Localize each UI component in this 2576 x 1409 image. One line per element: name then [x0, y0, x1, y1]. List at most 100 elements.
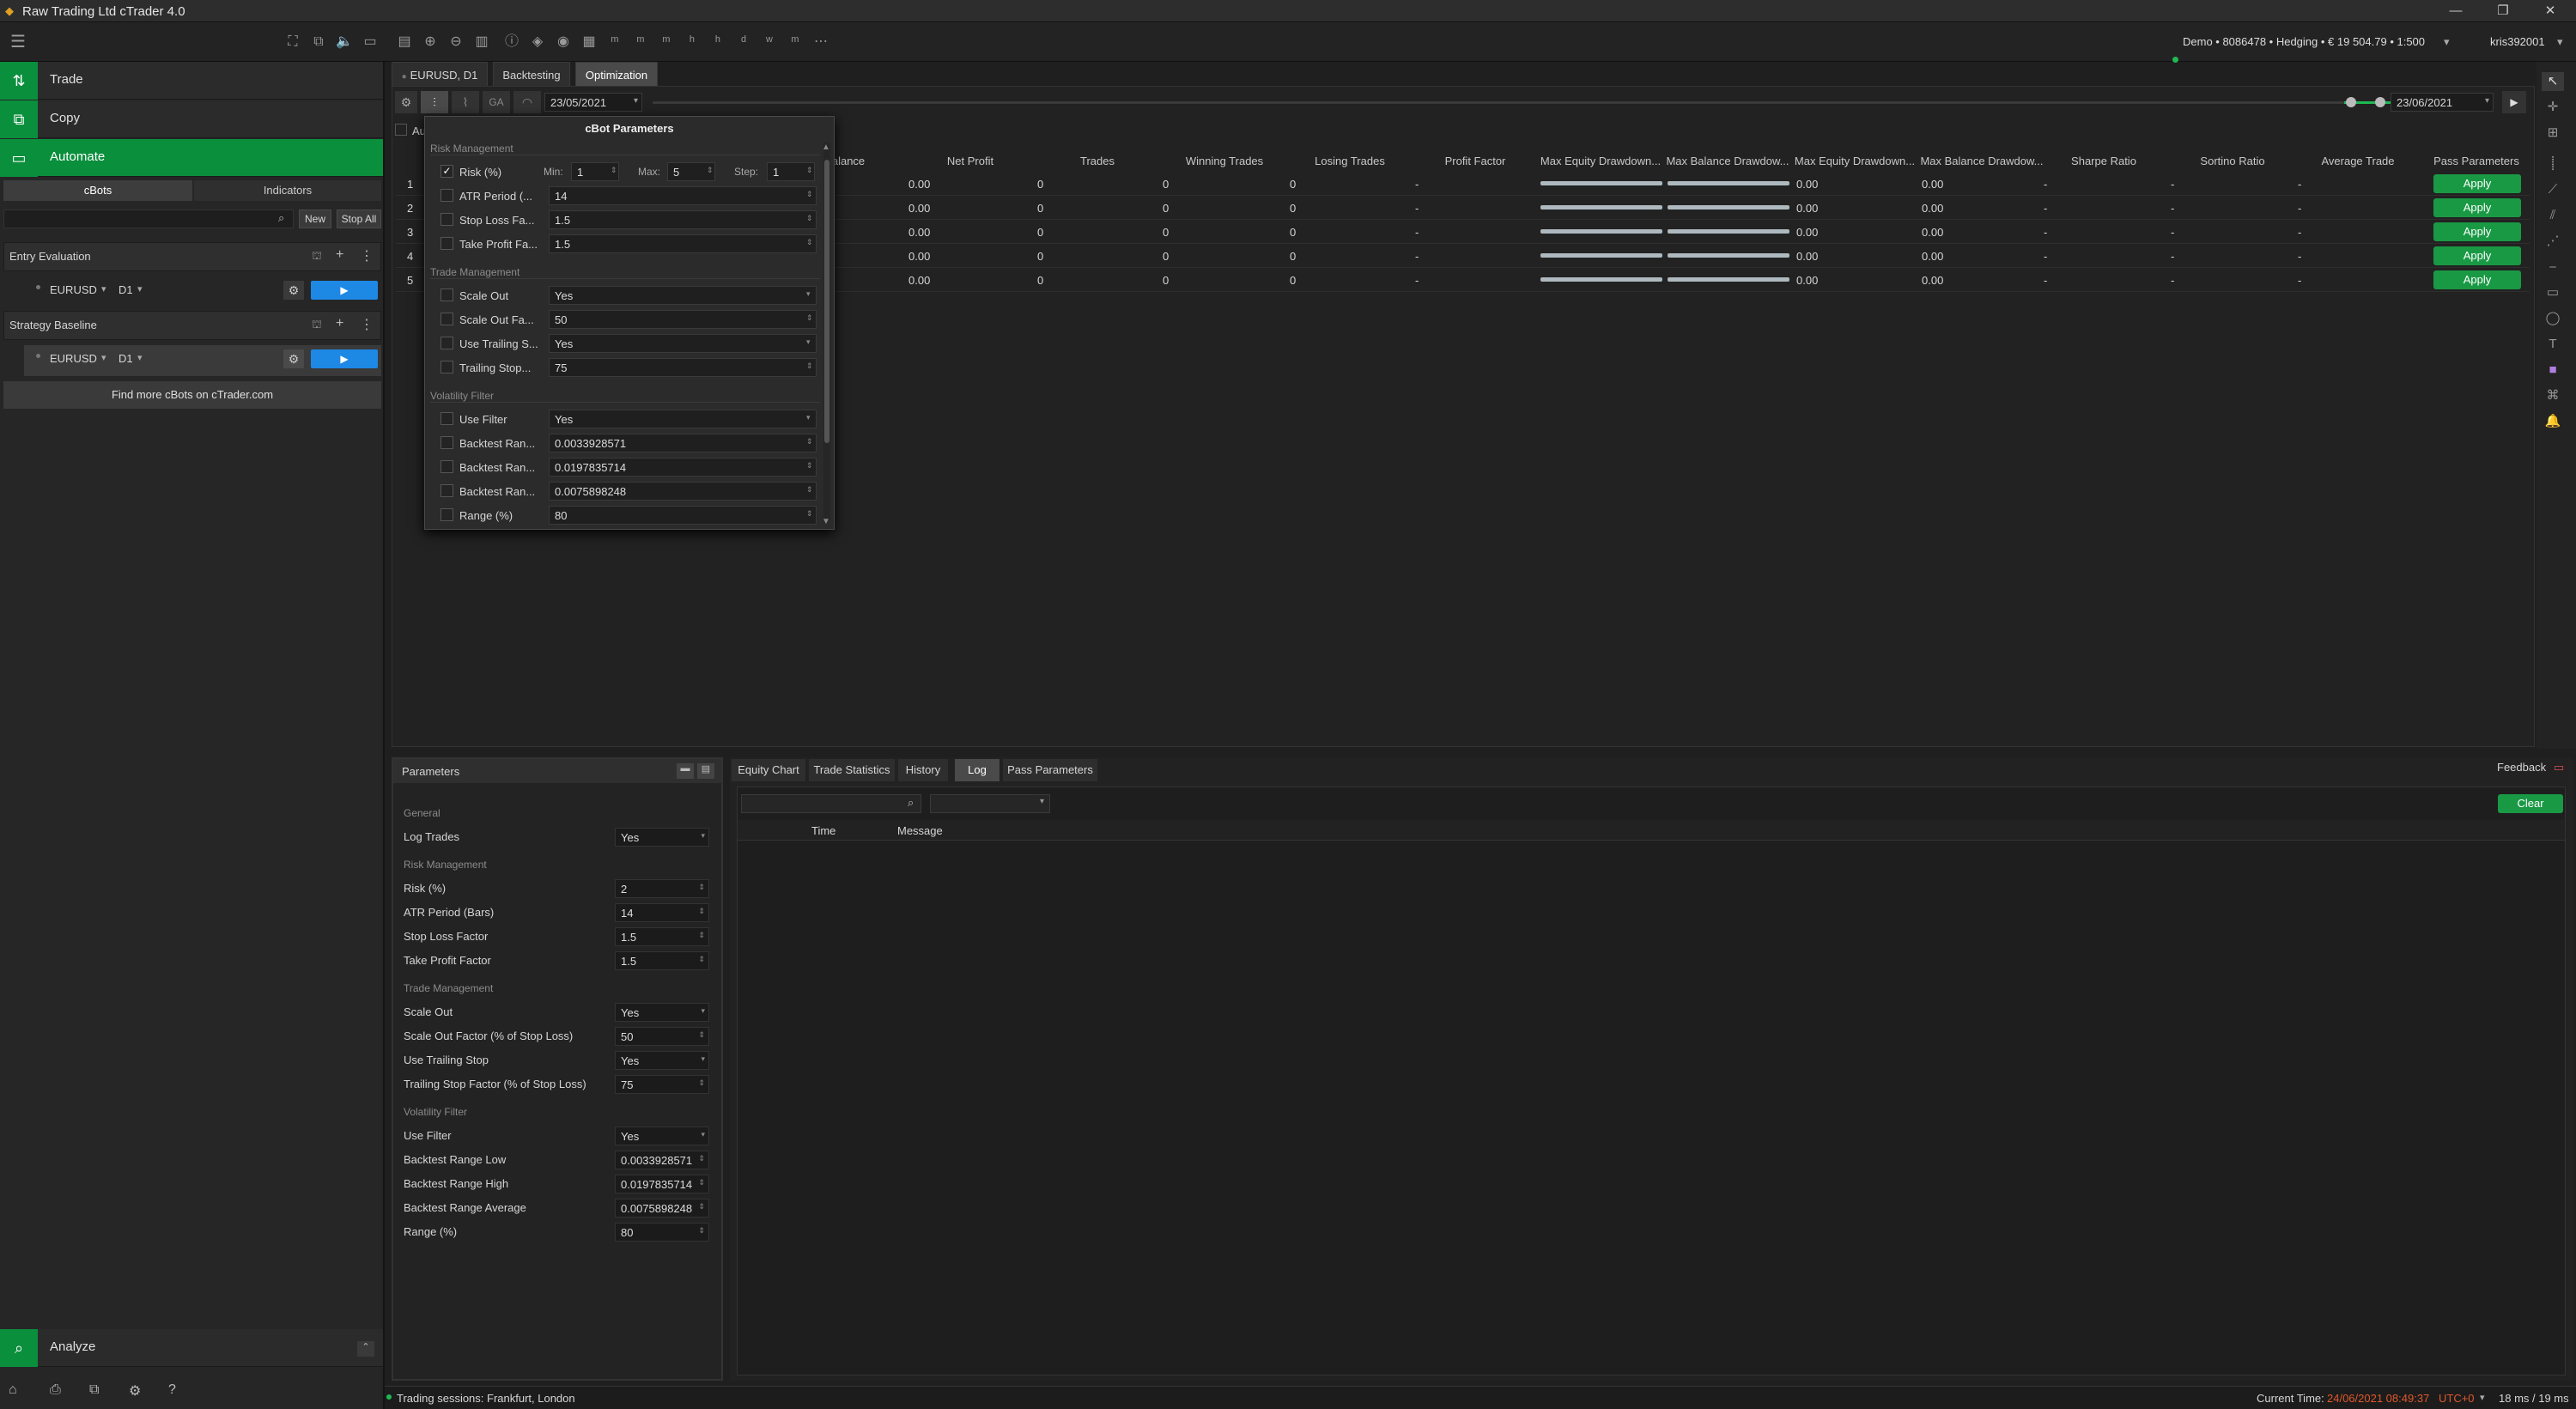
scale-out-factor-optimize-checkbox[interactable]: [440, 313, 453, 325]
print-icon[interactable]: ⎙: [50, 1382, 61, 1398]
more-icon[interactable]: ⋯: [811, 33, 830, 52]
timeframe-icon[interactable]: ▦: [580, 33, 598, 52]
fibonacci-icon[interactable]: ⋰: [2542, 232, 2564, 251]
br-low-stepper[interactable]: 0.0033928571: [549, 434, 817, 452]
trailing-factor-stepper[interactable]: 75 ⇕: [615, 1075, 709, 1094]
feedback-icon[interactable]: ▭: [2554, 761, 2564, 774]
sl-stepper[interactable]: 1.5: [549, 210, 817, 229]
scale-out-select[interactable]: Yes: [549, 286, 817, 305]
timeframe-m1-icon[interactable]: ᵐ: [605, 33, 624, 52]
br-avg-stepper[interactable]: 0.0075898248 ⇕: [615, 1199, 709, 1218]
chart-layout-icon[interactable]: ▤: [395, 33, 414, 52]
color-icon[interactable]: ■: [2542, 361, 2564, 380]
settings-icon[interactable]: ⚙: [129, 1382, 141, 1400]
chart-icon[interactable]: ⌇: [452, 91, 479, 113]
stepper-arrows-icon[interactable]: ⇕: [806, 437, 813, 446]
text-icon[interactable]: T: [2542, 335, 2564, 354]
tab-log[interactable]: Log: [955, 759, 999, 781]
instance-symbol[interactable]: EURUSD: [50, 352, 97, 365]
apply-button[interactable]: Apply: [2433, 246, 2521, 265]
help-icon[interactable]: ?: [168, 1382, 176, 1398]
col-max-equity-dd2-header[interactable]: Max Equity Drawdown...: [1791, 155, 1918, 173]
risk-optimize-checkbox[interactable]: ✓: [440, 165, 453, 178]
sound-icon[interactable]: 🔈: [335, 33, 354, 52]
stepper-arrows-icon[interactable]: ⇕: [707, 166, 714, 175]
log-col-message[interactable]: Message: [897, 824, 943, 837]
tab-indicators[interactable]: Indicators: [194, 180, 381, 201]
cbot-build-icon[interactable]: ⛫: [312, 249, 322, 264]
timeframe-w1-icon[interactable]: ʷ: [760, 33, 779, 52]
vertical-line-icon[interactable]: ⸽: [2542, 155, 2564, 173]
col-sortino-header[interactable]: Sortino Ratio: [2181, 155, 2284, 173]
col-average-trade-header[interactable]: Average Trade: [2306, 155, 2409, 173]
popup-scrollbar-thumb[interactable]: [824, 160, 829, 443]
store-icon[interactable]: ⌂: [9, 1382, 17, 1398]
channel-icon[interactable]: ⫽: [2542, 206, 2564, 225]
stepper-arrows-icon[interactable]: ⇕: [806, 509, 813, 519]
auto-checkbox[interactable]: [395, 124, 407, 136]
stop-all-button[interactable]: Stop All: [337, 210, 381, 228]
timeframe-m5-icon[interactable]: ᵐ: [631, 33, 650, 52]
col-pass-parameters-header[interactable]: Pass Parameters: [2421, 155, 2531, 173]
tab-chart-eurusd[interactable]: ● EURUSD, D1: [392, 62, 488, 88]
nav-automate[interactable]: ▭ Automate: [0, 139, 383, 177]
cbot-row-entry-evaluation[interactable]: Entry Evaluation ⛫ + ⋮: [3, 242, 381, 271]
tp-stepper[interactable]: 1.5 ⇕: [615, 951, 709, 970]
apply-button[interactable]: Apply: [2433, 270, 2521, 289]
scale-out-select[interactable]: Yes ▾: [615, 1003, 709, 1022]
col-max-equity-dd-header[interactable]: Max Equity Drawdown...: [1537, 155, 1664, 173]
date-range-slider[interactable]: [653, 101, 2421, 104]
col-max-balance-dd2-header[interactable]: Max Balance Drawdow...: [1918, 155, 2045, 173]
range-optimize-checkbox[interactable]: [440, 508, 453, 521]
atr-optimize-checkbox[interactable]: [440, 189, 453, 202]
layout-icon[interactable]: ▭: [361, 33, 380, 52]
br-high-stepper[interactable]: 0.0197835714 ⇕: [615, 1175, 709, 1193]
col-winning-trades-header[interactable]: Winning Trades: [1173, 155, 1276, 173]
col-profit-factor-header[interactable]: Profit Factor: [1424, 155, 1527, 173]
sl-optimize-checkbox[interactable]: [440, 213, 453, 226]
use-trailing-select[interactable]: Yes ▾: [615, 1051, 709, 1070]
stepper-arrows-icon[interactable]: ⇕: [806, 485, 813, 495]
close-icon[interactable]: ✕: [2533, 2, 2567, 21]
col-net-profit-header[interactable]: Net Profit: [919, 155, 1022, 173]
start-date-picker[interactable]: 23/05/2021 ▾: [544, 93, 642, 112]
eye-icon[interactable]: ◉: [554, 33, 573, 52]
scale-out-factor-stepper[interactable]: 50: [549, 310, 817, 329]
log-filter-select[interactable]: [930, 794, 1050, 813]
chevron-down-icon[interactable]: ▾: [806, 289, 811, 299]
play-button[interactable]: ▶: [311, 349, 378, 368]
account-dropdown-icon[interactable]: ▾: [2444, 35, 2450, 49]
tp-stepper[interactable]: 1.5: [549, 234, 817, 253]
col-max-balance-dd-header[interactable]: Max Balance Drawdow...: [1664, 155, 1791, 173]
br-low-stepper[interactable]: 0.0033928571 ⇕: [615, 1151, 709, 1169]
atr-stepper[interactable]: 14 ⇕: [615, 903, 709, 922]
info-icon[interactable]: ⓘ: [502, 33, 521, 52]
account-summary[interactable]: Demo • 8086478 • Hedging • € 19 504.79 •…: [2183, 35, 2425, 48]
instance-timeframe[interactable]: D1: [118, 352, 133, 365]
minimize-icon[interactable]: —: [2439, 2, 2473, 21]
collapse-icon[interactable]: ⌃: [357, 1341, 374, 1357]
start-optimization-button[interactable]: ▶: [2502, 91, 2526, 113]
tab-pass-parameters[interactable]: Pass Parameters: [1003, 759, 1097, 781]
instance-symbol[interactable]: EURUSD: [50, 283, 97, 296]
stepper-arrows-icon[interactable]: ⇕: [806, 238, 813, 247]
horizontal-line-icon[interactable]: ⎯: [2542, 258, 2564, 276]
br-high-optimize-checkbox[interactable]: [440, 460, 453, 473]
tab-backtesting[interactable]: Backtesting: [493, 62, 570, 88]
cbot-menu-icon[interactable]: ⋮: [360, 316, 374, 333]
load-params-icon[interactable]: ▤: [697, 763, 714, 779]
chevron-down-icon[interactable]: ▾: [806, 413, 811, 422]
timezone[interactable]: UTC+0: [2439, 1392, 2475, 1405]
log-trades-select[interactable]: Yes ▾: [615, 828, 709, 847]
window-icon[interactable]: ⧉: [309, 33, 328, 52]
scroll-up-icon[interactable]: ▲: [822, 143, 830, 152]
measure-icon[interactable]: ⊞: [2542, 124, 2564, 143]
scroll-down-icon[interactable]: ▼: [822, 517, 830, 526]
tab-cbots[interactable]: cBots: [3, 180, 192, 201]
end-date-picker[interactable]: 23/06/2021 ▾: [2391, 93, 2494, 112]
slider-end-handle[interactable]: [2375, 97, 2385, 107]
trailing-factor-stepper[interactable]: 75: [549, 358, 817, 377]
use-filter-optimize-checkbox[interactable]: [440, 412, 453, 425]
stepper-arrows-icon[interactable]: ⇕: [806, 313, 813, 323]
find-more-cbots-button[interactable]: Find more cBots on cTrader.com: [3, 381, 381, 409]
